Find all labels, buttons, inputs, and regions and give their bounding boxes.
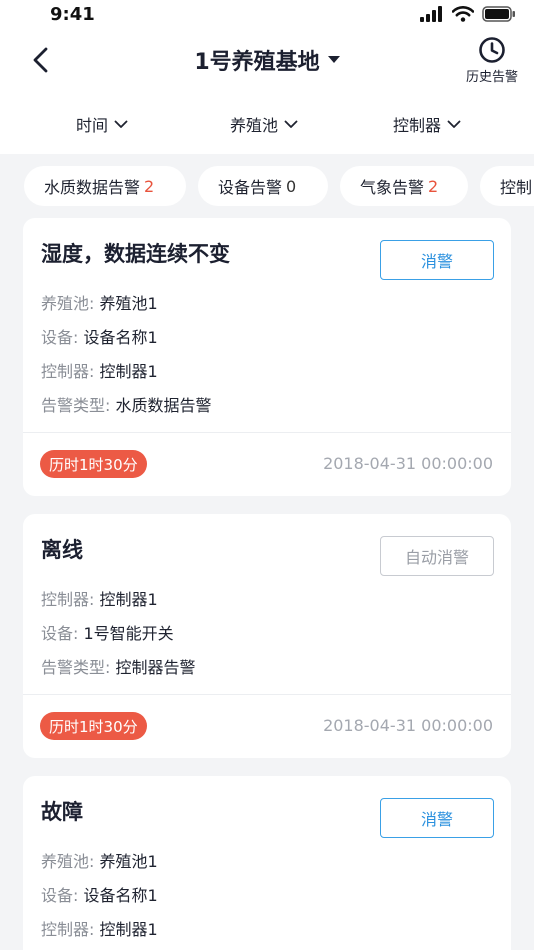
field-label: 养殖池: <box>41 852 95 871</box>
caret-down-icon <box>327 56 340 63</box>
alert-title: 湿度，数据连续不变 <box>41 242 230 266</box>
field-value: 控制器告警 <box>115 658 196 677</box>
field-label: 告警类型: <box>41 396 111 415</box>
page-title: 1号养殖基地 <box>194 50 320 75</box>
chip-device[interactable]: 设备告警 0 <box>198 166 328 206</box>
card-divider <box>23 432 511 433</box>
field-value: 养殖池1 <box>99 294 158 313</box>
auto-dismiss-button[interactable]: 自动消警 <box>380 536 494 576</box>
alert-field-device: 设备: 设备名称1 <box>41 882 158 906</box>
alert-field-controller: 控制器: 控制器1 <box>41 586 158 610</box>
dismiss-alert-button[interactable]: 消警 <box>380 798 494 838</box>
chip-count: 2 <box>428 176 439 196</box>
alert-field-device: 设备: 1号智能开关 <box>41 620 174 644</box>
field-value: 水质数据告警 <box>115 396 212 415</box>
field-label: 设备: <box>41 886 79 905</box>
status-bar: 9:41 <box>0 0 534 30</box>
field-value: 控制器1 <box>99 362 158 381</box>
alert-card: 湿度，数据连续不变 消警 养殖池: 养殖池1 设备: 设备名称1 控制器: 控制… <box>23 218 511 496</box>
alert-field-controller: 控制器: 控制器1 <box>41 358 158 382</box>
chevron-down-icon <box>114 120 128 128</box>
top-bar: 1号养殖基地 历史告警 <box>0 30 534 94</box>
filter-bar: 时间 养殖池 控制器 <box>0 94 534 154</box>
status-time: 9:41 <box>50 4 95 25</box>
alert-title: 故障 <box>41 800 83 824</box>
field-label: 控制器: <box>41 362 95 381</box>
wifi-icon <box>452 6 474 22</box>
filter-time[interactable]: 时间 <box>76 112 128 136</box>
clock-icon <box>479 37 505 63</box>
alert-title: 离线 <box>41 538 83 562</box>
alert-field-controller: 控制器: 控制器1 <box>41 916 158 940</box>
chip-label: 水质数据告警 <box>44 178 141 197</box>
field-value: 控制器1 <box>99 920 158 939</box>
filter-pond-label: 养殖池 <box>230 116 279 135</box>
filter-time-label: 时间 <box>76 116 109 135</box>
field-value: 养殖池1 <box>99 852 158 871</box>
card-divider <box>23 694 511 695</box>
field-value: 1号智能开关 <box>83 624 174 643</box>
chevron-down-icon <box>447 120 461 128</box>
field-value: 设备名称1 <box>83 328 158 347</box>
chip-weather[interactable]: 气象告警 2 <box>340 166 468 206</box>
history-alerts-button[interactable]: 历史告警 <box>462 36 522 85</box>
chip-controller[interactable]: 控制 <box>480 166 534 206</box>
alert-card: 故障 消警 养殖池: 养殖池1 设备: 设备名称1 控制器: 控制器1 <box>23 776 511 950</box>
chip-label: 控制 <box>500 178 533 197</box>
alert-field-pond: 养殖池: 养殖池1 <box>41 290 158 314</box>
alert-field-pond: 养殖池: 养殖池1 <box>41 848 158 872</box>
alert-field-type: 告警类型: 控制器告警 <box>41 654 196 678</box>
field-label: 控制器: <box>41 920 95 939</box>
filter-pond[interactable]: 养殖池 <box>230 112 298 136</box>
alert-category-chips: 水质数据告警 2 设备告警 0 气象告警 2 控制 <box>0 166 534 206</box>
base-selector[interactable]: 1号养殖基地 <box>0 44 534 76</box>
chevron-down-icon <box>284 120 298 128</box>
filter-controller-label: 控制器 <box>393 116 442 135</box>
history-label: 历史告警 <box>465 70 518 85</box>
alert-timestamp: 2018-04-31 00:00:00 <box>323 716 493 735</box>
status-icons <box>420 6 516 22</box>
chip-label: 设备告警 <box>218 178 283 197</box>
field-value: 设备名称1 <box>83 886 158 905</box>
field-value: 控制器1 <box>99 590 158 609</box>
field-label: 告警类型: <box>41 658 111 677</box>
chip-label: 气象告警 <box>360 178 425 197</box>
dismiss-alert-button[interactable]: 消警 <box>380 240 494 280</box>
chip-count: 2 <box>144 176 155 196</box>
field-label: 控制器: <box>41 590 95 609</box>
alert-field-device: 设备: 设备名称1 <box>41 324 158 348</box>
duration-badge: 历时1时30分 <box>40 712 147 740</box>
alert-field-type: 告警类型: 水质数据告警 <box>41 392 212 416</box>
battery-icon <box>482 6 515 22</box>
signal-icon <box>420 6 442 22</box>
chip-water-quality[interactable]: 水质数据告警 2 <box>24 166 186 206</box>
field-label: 养殖池: <box>41 294 95 313</box>
alert-card: 离线 自动消警 控制器: 控制器1 设备: 1号智能开关 告警类型: 控制器告警… <box>23 514 511 758</box>
filter-controller[interactable]: 控制器 <box>393 112 461 136</box>
field-label: 设备: <box>41 624 79 643</box>
alert-timestamp: 2018-04-31 00:00:00 <box>323 454 493 473</box>
duration-badge: 历时1时30分 <box>40 450 147 478</box>
field-label: 设备: <box>41 328 79 347</box>
chip-count: 0 <box>286 176 297 196</box>
